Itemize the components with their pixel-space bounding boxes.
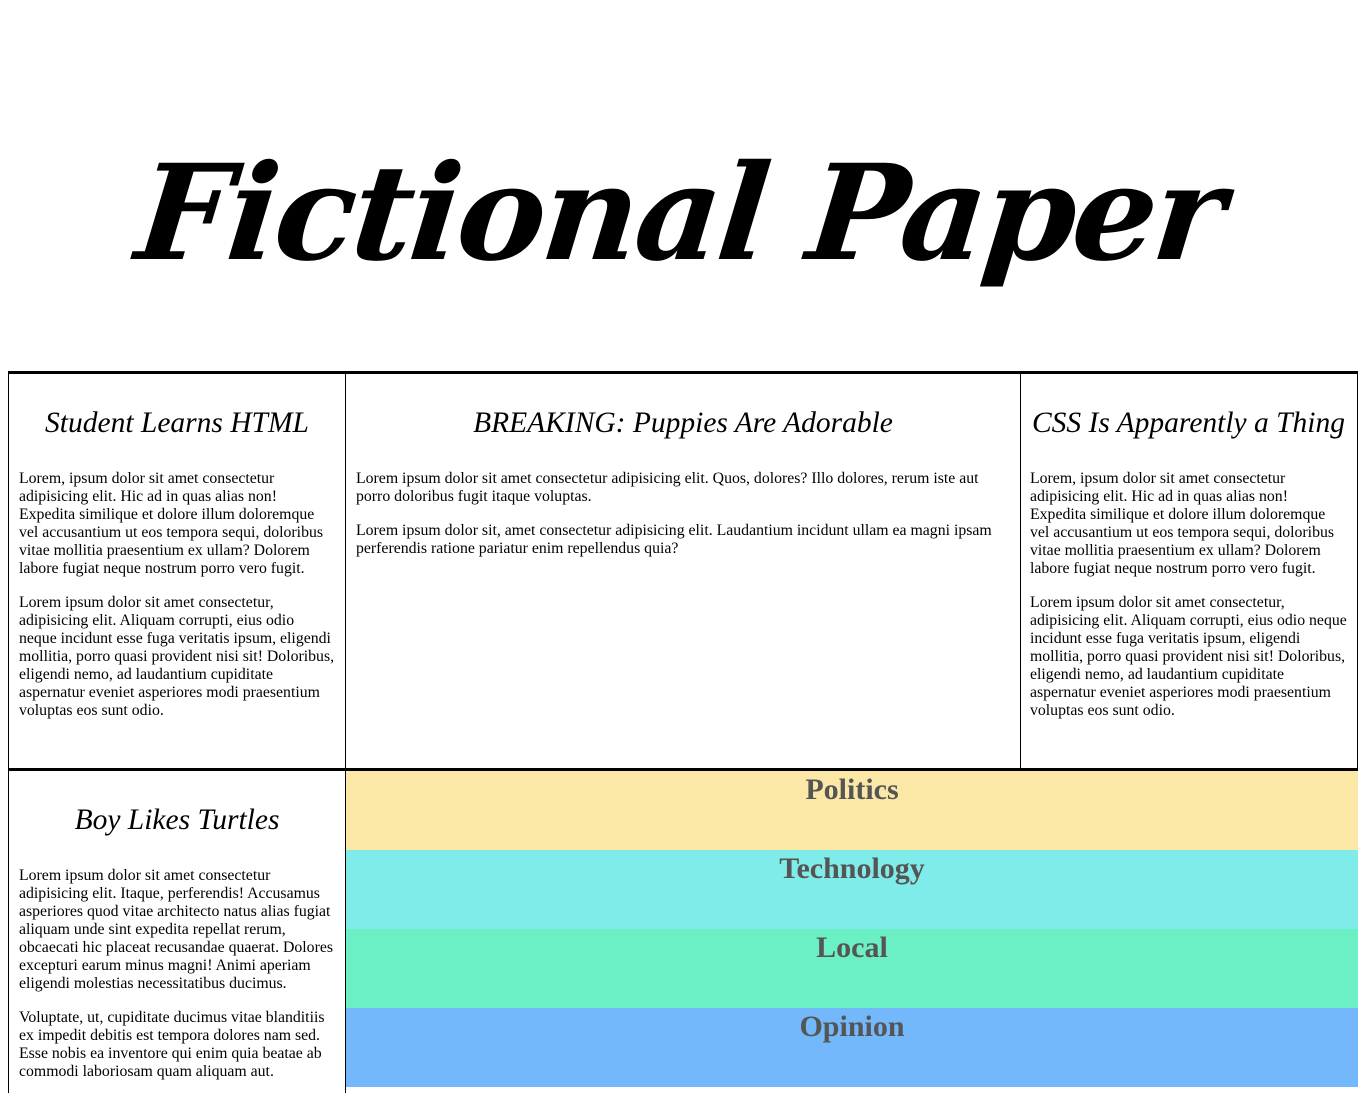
masthead: Fictional Paper	[0, 0, 1366, 371]
article-boy-likes-turtles: Boy Likes Turtles Lorem ipsum dolor sit …	[8, 771, 346, 1093]
article-paragraph: Voluptate, ut, cupiditate ducimus vitae …	[19, 1009, 325, 1080]
article-css-is-a-thing: CSS Is Apparently a Thing Lorem, ipsum d…	[1020, 374, 1358, 771]
paper-title: Fictional Paper	[130, 136, 1230, 291]
article-student-learns-html: Student Learns HTML Lorem, ipsum dolor s…	[8, 374, 346, 771]
article-paragraph: Lorem, ipsum dolor sit amet consectetur …	[19, 470, 324, 577]
article-headline: BREAKING: Puppies Are Adorable	[473, 407, 893, 439]
section-technology[interactable]: Technology	[346, 850, 1358, 929]
section-politics[interactable]: Politics	[346, 771, 1358, 850]
article-paragraph: Lorem ipsum dolor sit, amet consectetur …	[356, 522, 992, 557]
section-local[interactable]: Local	[346, 929, 1358, 1008]
article-paragraph: Lorem ipsum dolor sit amet consectetur, …	[19, 594, 335, 719]
section-opinion[interactable]: Opinion	[346, 1008, 1358, 1087]
article-paragraph: Lorem ipsum dolor sit amet consectetur, …	[1030, 594, 1347, 719]
article-paragraph: Lorem ipsum dolor sit amet consectetur a…	[356, 470, 979, 505]
article-paragraph: Lorem, ipsum dolor sit amet consectetur …	[1030, 470, 1335, 577]
article-headline: Student Learns HTML	[45, 407, 309, 439]
article-puppies-adorable: BREAKING: Puppies Are Adorable Lorem ips…	[346, 374, 1021, 771]
article-headline: Boy Likes Turtles	[74, 804, 280, 836]
article-grid: Student Learns HTML Lorem, ipsum dolor s…	[8, 371, 1358, 1093]
article-paragraph: Lorem ipsum dolor sit amet consectetur a…	[19, 867, 334, 992]
section-nav: Politics Technology Local Opinion	[346, 771, 1358, 1093]
article-headline: CSS Is Apparently a Thing	[1031, 407, 1346, 439]
